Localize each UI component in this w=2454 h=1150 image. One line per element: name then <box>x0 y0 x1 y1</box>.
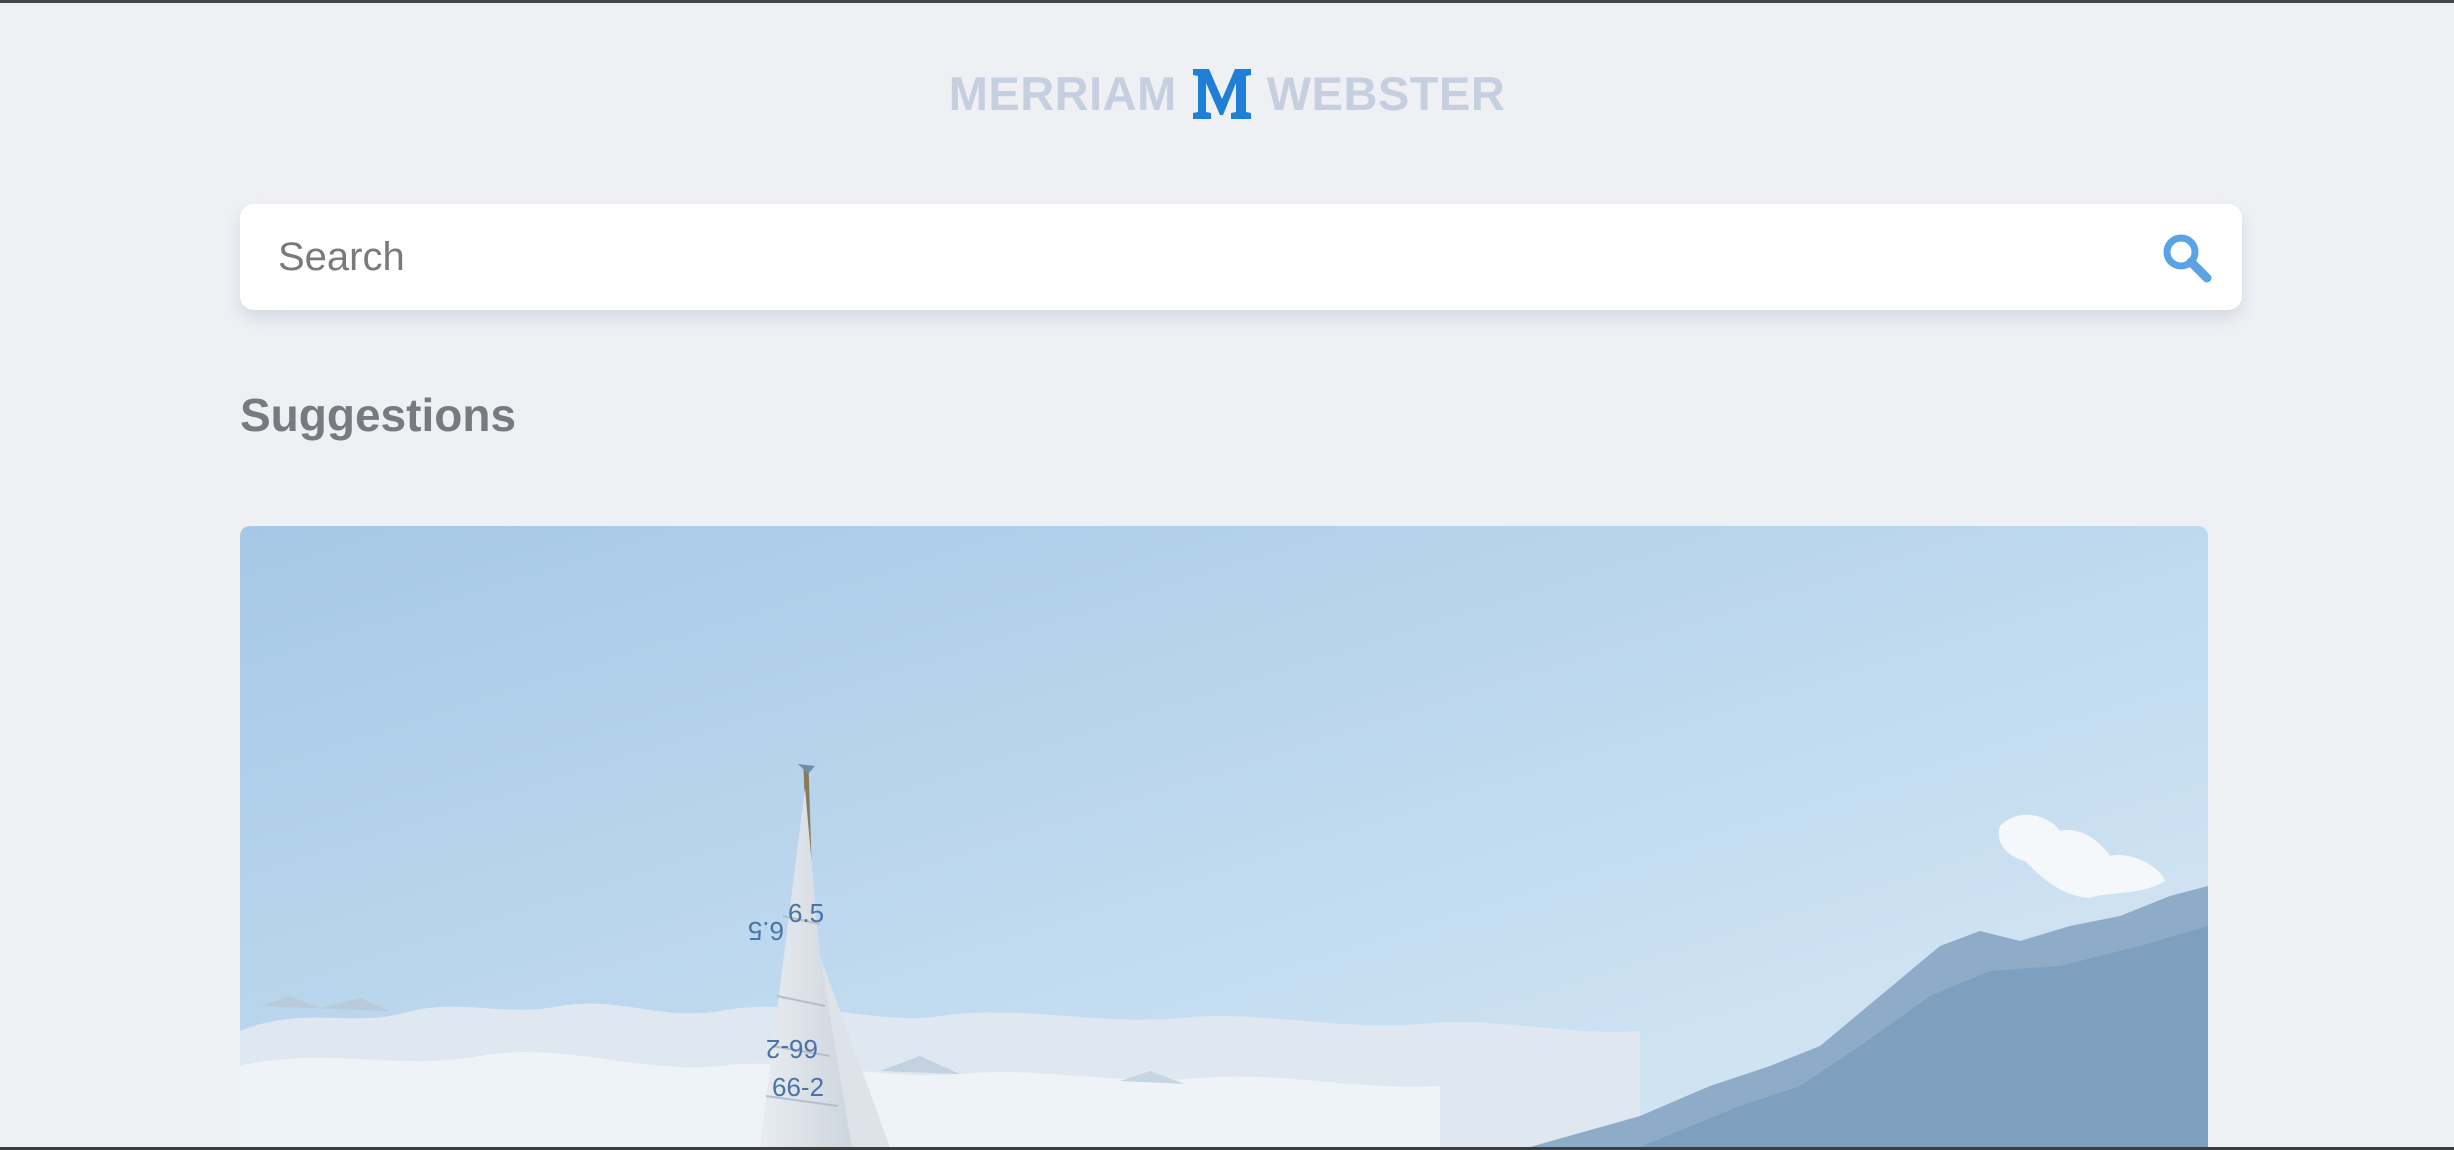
sail-marking: 66-2 <box>772 1072 824 1102</box>
sailboat-mountains-photo: 6.5 6.5 66-2 66-2 <box>240 526 2208 1147</box>
sail-marking: 66-2 <box>766 1034 818 1064</box>
sail-marking: 6.5 <box>748 916 784 946</box>
suggestion-card[interactable]: 6.5 6.5 66-2 66-2 <box>240 526 2208 1147</box>
search-icon[interactable] <box>2160 231 2214 285</box>
search-input[interactable] <box>278 204 2138 310</box>
window-top-border <box>0 0 2454 3</box>
sail-marking: 6.5 <box>788 898 824 928</box>
search-bar <box>240 204 2242 310</box>
suggestions-heading: Suggestions <box>240 389 517 441</box>
logo-text-right: WEBSTER <box>1266 66 1506 120</box>
logo-text-left: MERRIAM <box>948 66 1177 120</box>
merriam-webster-m-logo-icon <box>1192 69 1251 119</box>
site-logo[interactable]: MERRIAM WEBSTER <box>0 58 2454 128</box>
